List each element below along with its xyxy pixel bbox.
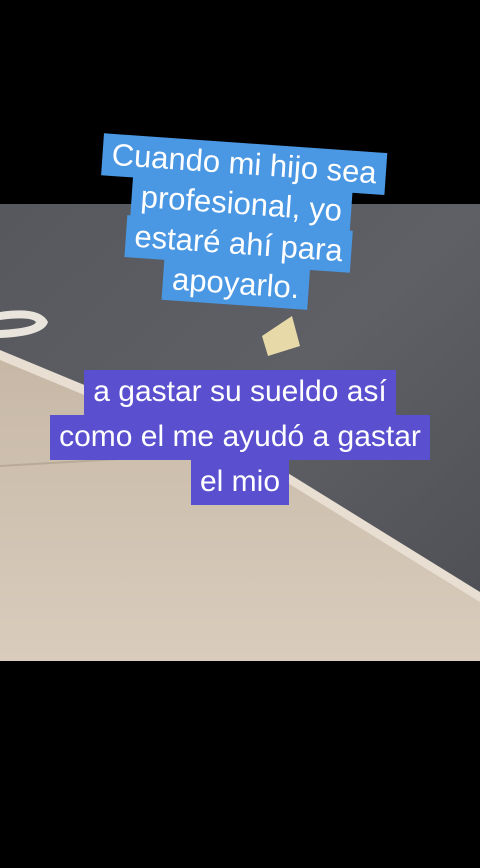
caption-line: el mio [190,460,290,505]
caption-bottom: a gastar su sueldo así como el me ayudó … [0,370,480,505]
caption-line: a gastar su sueldo así [84,370,396,415]
caption-line: como el me ayudó a gastar [50,415,430,460]
caption-top: Cuando mi hijo sea profesional, yo estar… [0,127,480,320]
